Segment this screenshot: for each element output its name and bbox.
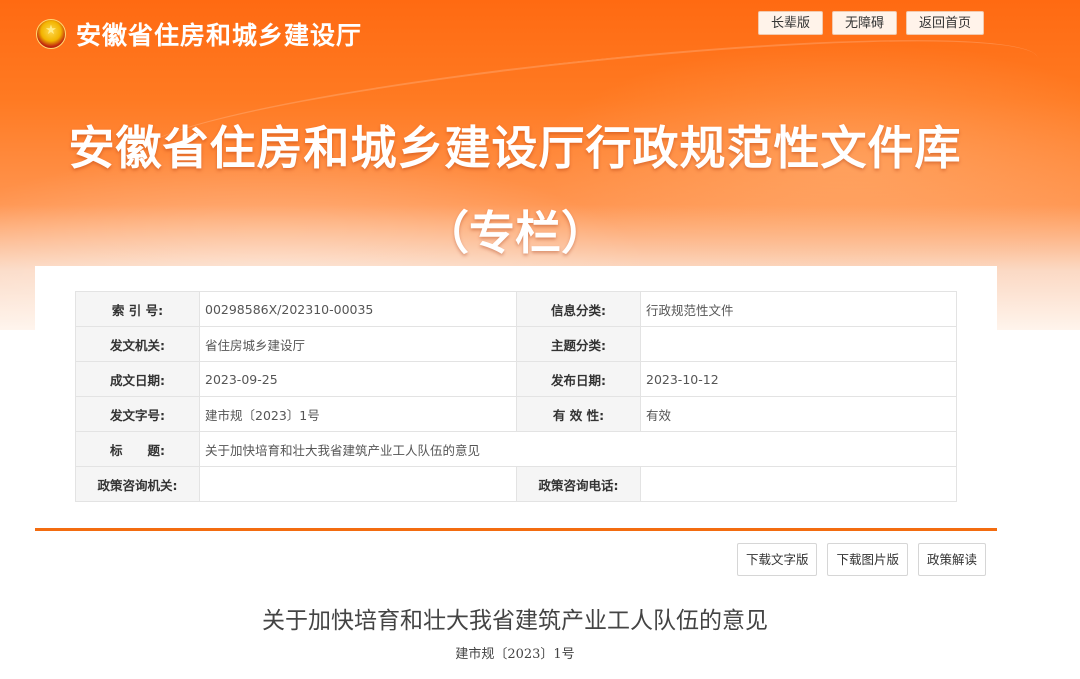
topic-value — [640, 326, 957, 362]
validity-value: 有效 — [640, 396, 957, 432]
site-name: 安徽省住房和城乡建设厅 — [76, 22, 363, 50]
table-row: 发文字号: 建市规〔2023〕1号 有 效 性: 有效 — [75, 396, 957, 432]
document-actions: 下载文字版 下载图片版 政策解读 — [736, 543, 986, 576]
written-date-label: 成文日期: — [75, 361, 200, 397]
table-row: 发文机关: 省住房城乡建设厅 主题分类: — [75, 326, 957, 362]
title-value: 关于加快培育和壮大我省建筑产业工人队伍的意见 — [199, 431, 957, 467]
consult-phone-label: 政策咨询电话: — [516, 466, 641, 502]
table-row: 成文日期: 2023-09-25 发布日期: 2023-10-12 — [75, 361, 957, 397]
accessibility-button[interactable]: 无障碍 — [831, 11, 897, 35]
section-divider — [35, 528, 997, 531]
issuer-value: 省住房城乡建设厅 — [199, 326, 517, 362]
content-card: 索 引 号: 00298586X/202310-00035 信息分类: 行政规范… — [35, 266, 997, 679]
issuer-label: 发文机关: — [75, 326, 200, 362]
index-number-label: 索 引 号: — [75, 291, 200, 327]
consult-phone-value — [640, 466, 957, 502]
category-label: 信息分类: — [516, 291, 641, 327]
top-links: 长辈版 无障碍 返回首页 — [757, 11, 984, 35]
category-value: 行政规范性文件 — [640, 291, 957, 327]
published-date-label: 发布日期: — [516, 361, 641, 397]
topic-label: 主题分类: — [516, 326, 641, 362]
policy-interpretation-button[interactable]: 政策解读 — [917, 543, 986, 576]
document-number-value: 建市规〔2023〕1号 — [199, 396, 517, 432]
hero-title: 安徽省住房和城乡建设厅行政规范性文件库 — [68, 121, 962, 175]
consult-org-value — [199, 466, 517, 502]
validity-label: 有 效 性: — [516, 396, 641, 432]
published-date-value: 2023-10-12 — [640, 361, 957, 397]
national-emblem-icon — [36, 19, 66, 49]
index-number-value: 00298586X/202310-00035 — [199, 291, 517, 327]
table-row: 索 引 号: 00298586X/202310-00035 信息分类: 行政规范… — [75, 291, 957, 327]
download-text-button[interactable]: 下载文字版 — [736, 543, 818, 576]
site-brand[interactable]: 安徽省住房和城乡建设厅 — [36, 14, 362, 54]
document-title: 关于加快培育和壮大我省建筑产业工人队伍的意见 — [262, 608, 768, 634]
written-date-value: 2023-09-25 — [199, 361, 517, 397]
document-metadata-table: 索 引 号: 00298586X/202310-00035 信息分类: 行政规范… — [75, 291, 957, 502]
elder-mode-button[interactable]: 长辈版 — [757, 11, 823, 35]
hero-subtitle: （专栏） — [423, 206, 607, 260]
title-label: 标 题: — [75, 431, 200, 467]
download-image-button[interactable]: 下载图片版 — [827, 543, 908, 576]
document-number-label: 发文字号: — [75, 396, 200, 432]
table-row: 政策咨询机关: 政策咨询电话: — [75, 466, 957, 502]
table-row: 标 题: 关于加快培育和壮大我省建筑产业工人队伍的意见 — [75, 431, 957, 467]
home-button[interactable]: 返回首页 — [905, 11, 984, 35]
consult-org-label: 政策咨询机关: — [75, 466, 200, 502]
document-number: 建市规〔2023〕1号 — [455, 647, 575, 662]
